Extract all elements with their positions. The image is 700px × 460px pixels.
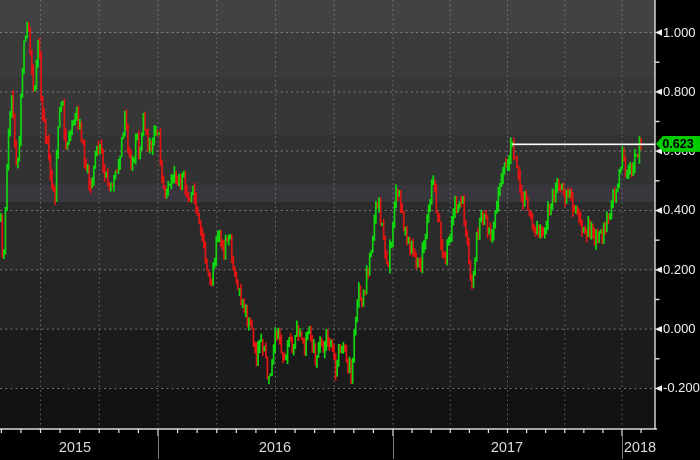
y-tick-label-0.000: 0.000 [663,321,699,337]
chart-window: 1.0000.8000.6000.4000.2000.000-0.200 201… [0,0,700,460]
y-tick-label--0.200: -0.200 [663,380,699,396]
year-separator [622,436,623,459]
gridlines-layer [0,0,655,429]
y-tick-label-0.800: 0.800 [663,84,699,100]
year-label-2018: 2018 [624,440,656,456]
year-label-2016: 2016 [259,440,291,456]
y-tick-label-1.000: 1.000 [663,25,699,41]
year-label-2017: 2017 [491,440,523,456]
year-separator [158,436,159,459]
chart-canvas [0,0,700,460]
year-label-2015: 2015 [59,440,91,456]
year-separator [393,436,394,459]
y-tick-label-0.400: 0.400 [663,202,699,218]
last-price-label: 0.623 [662,137,693,151]
axis-frame-layer [0,0,662,436]
last-price-tag: 0.623 [656,136,700,152]
y-tick-label-0.200: 0.200 [663,262,699,278]
